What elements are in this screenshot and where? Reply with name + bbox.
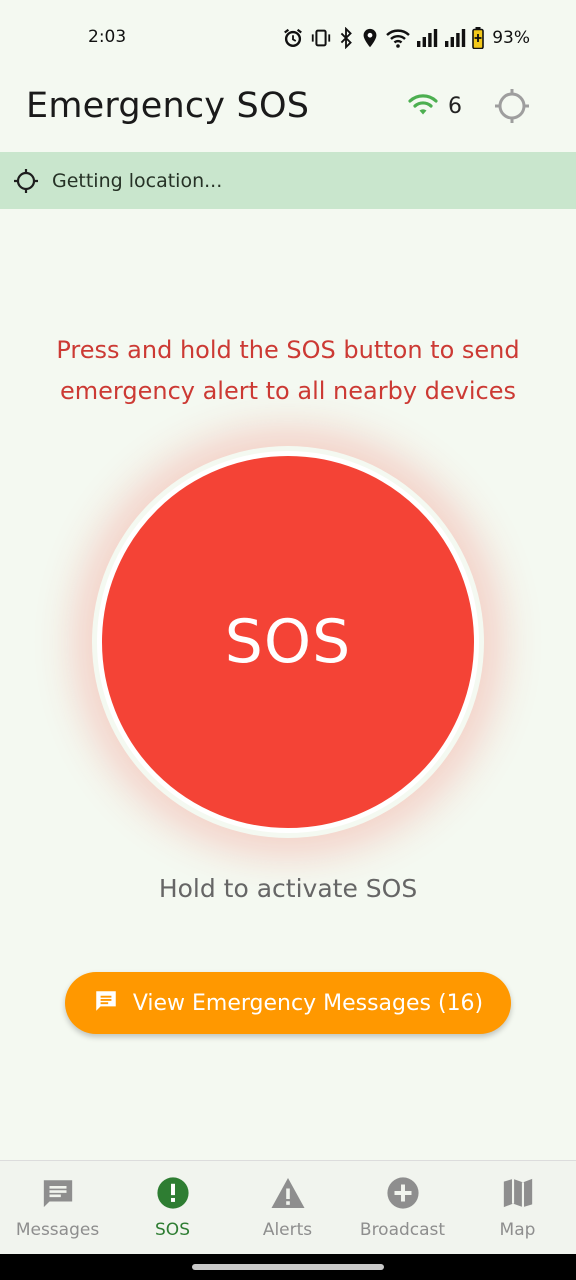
alarm-icon: [282, 27, 304, 49]
nav-item-messages[interactable]: Messages: [0, 1161, 115, 1255]
app-bar: Emergency SOS 6: [0, 76, 576, 152]
hold-hint: Hold to activate SOS: [158, 874, 418, 903]
home-indicator[interactable]: [192, 1264, 384, 1270]
status-icons: 93%: [282, 25, 530, 51]
vibrate-icon: [310, 27, 332, 49]
message-icon: [40, 1175, 76, 1211]
location-pin-icon: [360, 27, 380, 49]
battery-percent: 93%: [492, 28, 530, 48]
location-status-banner: Getting location...: [0, 152, 576, 209]
my-location-button[interactable]: [490, 86, 534, 130]
add-circle-icon: [385, 1175, 421, 1211]
status-time: 2:03: [88, 27, 127, 47]
nav-label: SOS: [155, 1220, 190, 1240]
alert-circle-icon: [155, 1175, 191, 1211]
crosshair-icon: [13, 168, 39, 194]
peer-count: 6: [448, 93, 462, 119]
view-emergency-messages-button[interactable]: View Emergency Messages (16): [65, 972, 511, 1034]
wifi-icon: [408, 92, 438, 120]
bottom-navigation: Messages SOS Alerts Broadcast Map: [0, 1160, 576, 1255]
sos-instructions: Press and hold the SOS button to send em…: [56, 336, 520, 405]
nav-label: Map: [499, 1220, 536, 1240]
sos-button-label: SOS: [224, 607, 352, 677]
battery-charging-icon: [472, 27, 485, 49]
view-emergency-messages-label: View Emergency Messages (16): [132, 990, 484, 1016]
signal-icon: [444, 28, 466, 48]
sos-button[interactable]: SOS: [97, 451, 479, 833]
nav-item-broadcast[interactable]: Broadcast: [345, 1161, 460, 1255]
nearby-peers: 6: [408, 92, 462, 120]
nav-label: Broadcast: [359, 1220, 446, 1240]
bluetooth-icon: [338, 27, 354, 49]
nav-item-sos[interactable]: SOS: [115, 1161, 230, 1255]
nav-label: Alerts: [262, 1220, 313, 1240]
map-icon: [500, 1175, 536, 1211]
page-title: Emergency SOS: [26, 86, 310, 126]
nav-item-map[interactable]: Map: [460, 1161, 575, 1255]
location-status-text: Getting location...: [52, 169, 223, 192]
message-icon: [93, 988, 119, 1018]
wifi-icon: [386, 27, 411, 49]
warning-icon: [270, 1175, 306, 1211]
gesture-bar: [0, 1254, 576, 1280]
nav-item-alerts[interactable]: Alerts: [230, 1161, 345, 1255]
nav-label: Messages: [15, 1220, 100, 1240]
signal-icon: [416, 28, 438, 48]
status-bar: 2:03 93%: [0, 0, 576, 76]
crosshair-icon: [493, 87, 531, 129]
